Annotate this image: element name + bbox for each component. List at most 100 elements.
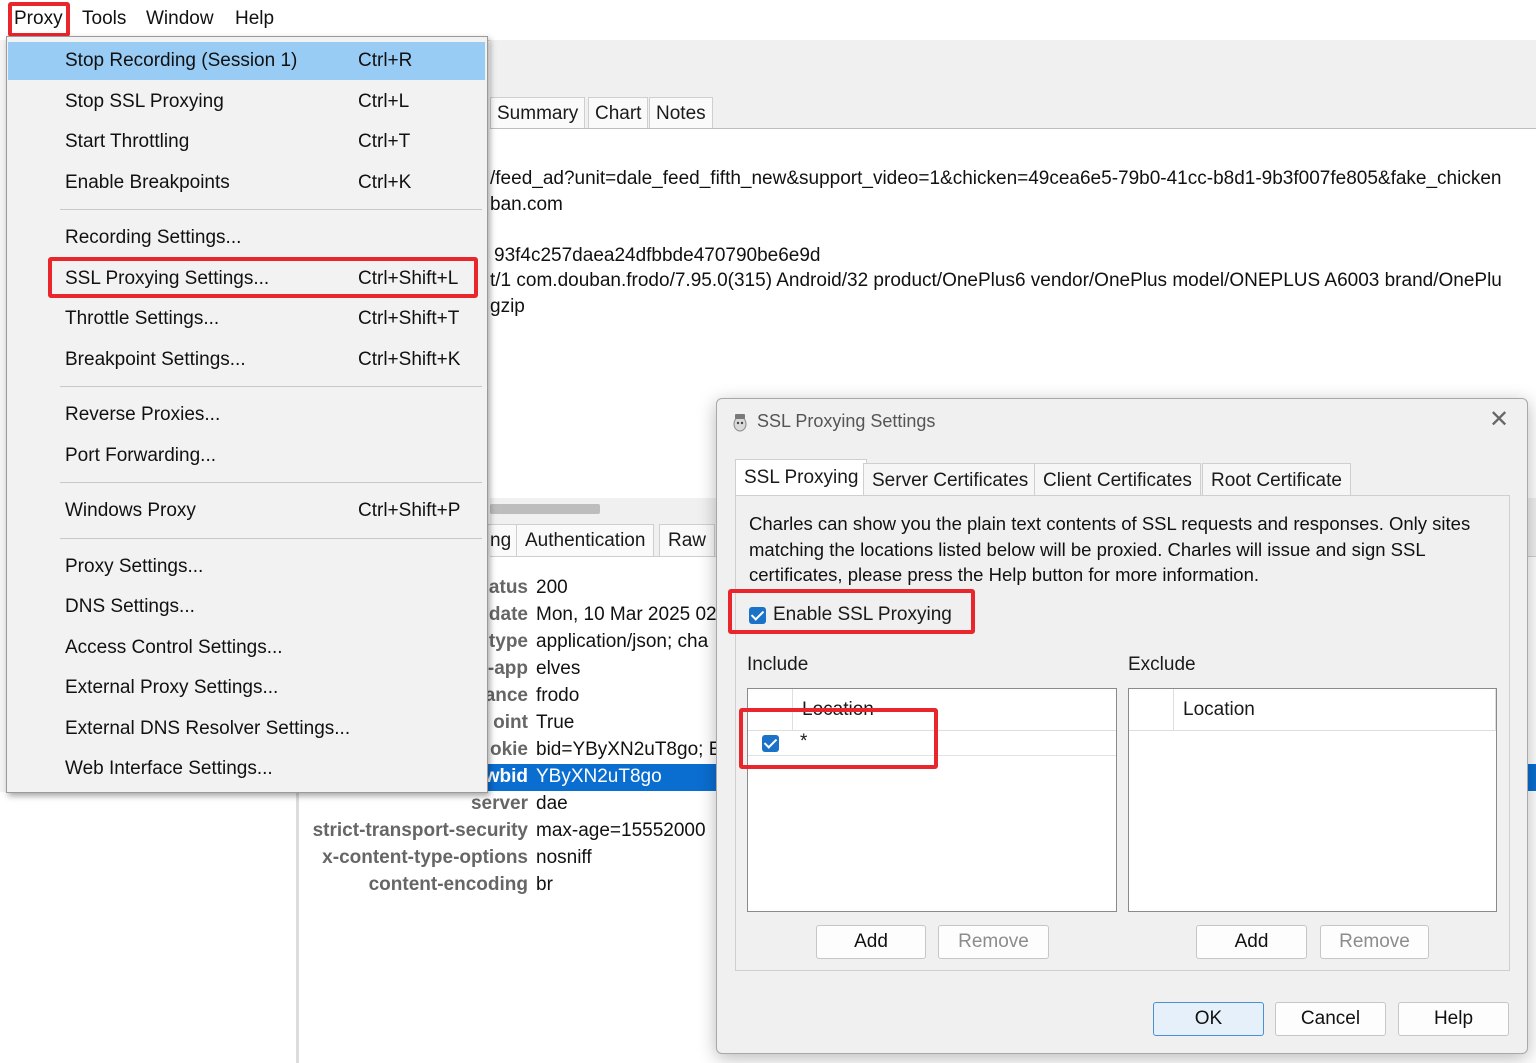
proxy-menu-item[interactable]: Throttle Settings... Ctrl+Shift+T <box>8 300 485 338</box>
header-key: wbid <box>484 766 528 787</box>
header-value: Mon, 10 Mar 2025 02 <box>536 604 717 625</box>
header-key: atus <box>488 577 528 598</box>
header-value: br <box>536 874 553 895</box>
include-add-button[interactable]: Add <box>816 925 926 959</box>
proxy-menu-item[interactable]: Windows Proxy Ctrl+Shift+P <box>8 492 485 530</box>
exclude-label: Exclude <box>1128 654 1196 675</box>
header-value: bid=YByXN2uT8go; E <box>536 739 722 760</box>
exclude-location-column[interactable]: Location <box>1183 699 1255 721</box>
dialog-title: SSL Proxying Settings <box>757 411 936 431</box>
include-row-highlight <box>739 708 938 769</box>
proxy-menu-item[interactable]: Proxy Settings... <box>8 548 485 586</box>
proxy-menu-item-label: Recording Settings... <box>65 227 242 248</box>
request-user-agent-line: t/1 com.douban.frodo/7.95.0(315) Android… <box>490 270 1502 291</box>
proxy-menu-item-shortcut: Ctrl+R <box>358 50 413 71</box>
close-icon[interactable]: ✕ <box>1489 405 1509 434</box>
request-encoding-line: gzip <box>490 296 525 317</box>
menu-bar: Proxy Tools Window Help <box>0 0 1536 41</box>
header-key: -app <box>487 658 528 679</box>
proxy-menu-item[interactable]: Start Throttling Ctrl+T <box>8 123 485 161</box>
charles-app-icon <box>733 414 747 432</box>
proxy-menu-item[interactable]: External Proxy Settings... <box>8 669 485 707</box>
proxy-menu-item[interactable]: Enable Breakpoints Ctrl+K <box>8 164 485 202</box>
proxy-menu-item-label: Breakpoint Settings... <box>65 349 246 370</box>
header-key: strict-transport-security <box>312 820 528 841</box>
header-key: oint <box>493 712 528 733</box>
proxy-menu-item[interactable]: Web Interface Settings... <box>8 750 485 788</box>
include-label: Include <box>747 654 809 675</box>
exclude-table-header: Location <box>1129 689 1496 731</box>
tab-raw[interactable]: Raw <box>659 524 716 556</box>
header-key: ance <box>484 685 528 706</box>
menu-help[interactable]: Help <box>235 8 274 30</box>
panel-splitter[interactable] <box>296 792 299 1063</box>
proxy-menu-item-label: Web Interface Settings... <box>65 758 273 779</box>
proxy-menu-item[interactable]: Port Forwarding... <box>8 437 485 475</box>
ssl-description: Charles can show you the plain text cont… <box>749 513 1471 585</box>
ssl-proxying-settings-highlight <box>48 257 478 298</box>
request-hash-line: 93f4c257daea24dfbbde470790be6e9d <box>494 245 821 266</box>
header-key: x-content-type-options <box>322 847 528 868</box>
tab-root-certificate[interactable]: Root Certificate <box>1202 463 1351 497</box>
header-value: elves <box>536 658 581 679</box>
include-remove-button[interactable]: Remove <box>938 925 1049 959</box>
proxy-menu-item-shortcut: Ctrl+Shift+P <box>358 500 461 521</box>
proxy-menu-highlight <box>8 2 70 37</box>
proxy-menu-item[interactable]: Recording Settings... <box>8 219 485 257</box>
proxy-menu-item-label: Access Control Settings... <box>65 637 283 658</box>
cancel-button[interactable]: Cancel <box>1275 1002 1386 1036</box>
structure-panel <box>0 792 297 1063</box>
tab-authentication[interactable]: Authentication <box>516 524 655 556</box>
proxy-menu-item[interactable]: DNS Settings... <box>8 588 485 626</box>
header-key: content-encoding <box>368 874 528 895</box>
header-key: okie <box>489 739 528 760</box>
menu-tools[interactable]: Tools <box>82 8 126 30</box>
proxy-menu-item[interactable]: Reverse Proxies... <box>8 396 485 434</box>
request-url-line: /feed_ad?unit=dale_feed_fifth_new&suppor… <box>490 168 1502 189</box>
header-key: date <box>488 604 528 625</box>
proxy-menu-item-label: External Proxy Settings... <box>65 677 279 698</box>
header-value: application/json; cha <box>536 631 709 652</box>
proxy-menu-item-label: Throttle Settings... <box>65 308 220 329</box>
proxy-menu-item-label: Stop SSL Proxying <box>65 91 224 112</box>
proxy-menu-item[interactable]: Stop Recording (Session 1) Ctrl+R <box>8 42 485 80</box>
proxy-menu-item-label: Reverse Proxies... <box>65 404 221 425</box>
proxy-menu-item-label: Start Throttling <box>65 131 190 152</box>
header-value: YByXN2uT8go <box>536 766 662 787</box>
menu-separator <box>60 538 482 539</box>
proxy-menu-item[interactable]: Access Control Settings... <box>8 629 485 667</box>
ok-button[interactable]: OK <box>1153 1002 1264 1036</box>
proxy-menu-item[interactable]: External DNS Resolver Settings... <box>8 710 485 748</box>
tab-client-certificates[interactable]: Client Certificates <box>1034 463 1201 497</box>
proxy-menu-item-shortcut: Ctrl+K <box>358 172 412 193</box>
exclude-add-button[interactable]: Add <box>1196 925 1307 959</box>
tab-chart[interactable]: Chart <box>588 97 649 128</box>
proxy-menu-item-label: Enable Breakpoints <box>65 172 230 193</box>
menu-separator <box>60 482 482 483</box>
help-button[interactable]: Help <box>1398 1002 1509 1036</box>
exclude-table[interactable]: Location <box>1128 688 1497 912</box>
tab-server-certificates[interactable]: Server Certificates <box>863 463 1038 497</box>
tab-notes[interactable]: Notes <box>649 97 713 128</box>
menu-window[interactable]: Window <box>146 8 214 30</box>
tab-ssl-proxying[interactable]: SSL Proxying <box>735 459 868 497</box>
proxy-menu-item-label: DNS Settings... <box>65 596 195 617</box>
header-value: True <box>536 712 575 733</box>
proxy-menu-item[interactable]: Breakpoint Settings... Ctrl+Shift+K <box>8 341 485 379</box>
header-value: max-age=15552000 <box>536 820 706 841</box>
proxy-menu-item-label: Proxy Settings... <box>65 556 204 577</box>
exclude-remove-button[interactable]: Remove <box>1320 925 1429 959</box>
toolbar <box>490 40 1536 95</box>
header-value: nosniff <box>536 847 592 868</box>
tab-summary[interactable]: Summary <box>490 97 586 128</box>
proxy-menu-item[interactable]: Stop SSL Proxying Ctrl+L <box>8 83 485 121</box>
request-host-line: ban.com <box>490 194 563 215</box>
proxy-menu-item-shortcut: Ctrl+T <box>358 131 411 152</box>
proxy-menu-item-label: External DNS Resolver Settings... <box>65 718 351 739</box>
proxy-menu-item-label: Windows Proxy <box>65 500 196 521</box>
scrollbar-thumb[interactable] <box>490 504 600 514</box>
header-key: type <box>488 631 528 652</box>
proxy-menu-item-label: Port Forwarding... <box>65 445 216 466</box>
proxy-menu-item-shortcut: Ctrl+Shift+T <box>358 308 460 329</box>
menu-separator <box>60 209 482 210</box>
